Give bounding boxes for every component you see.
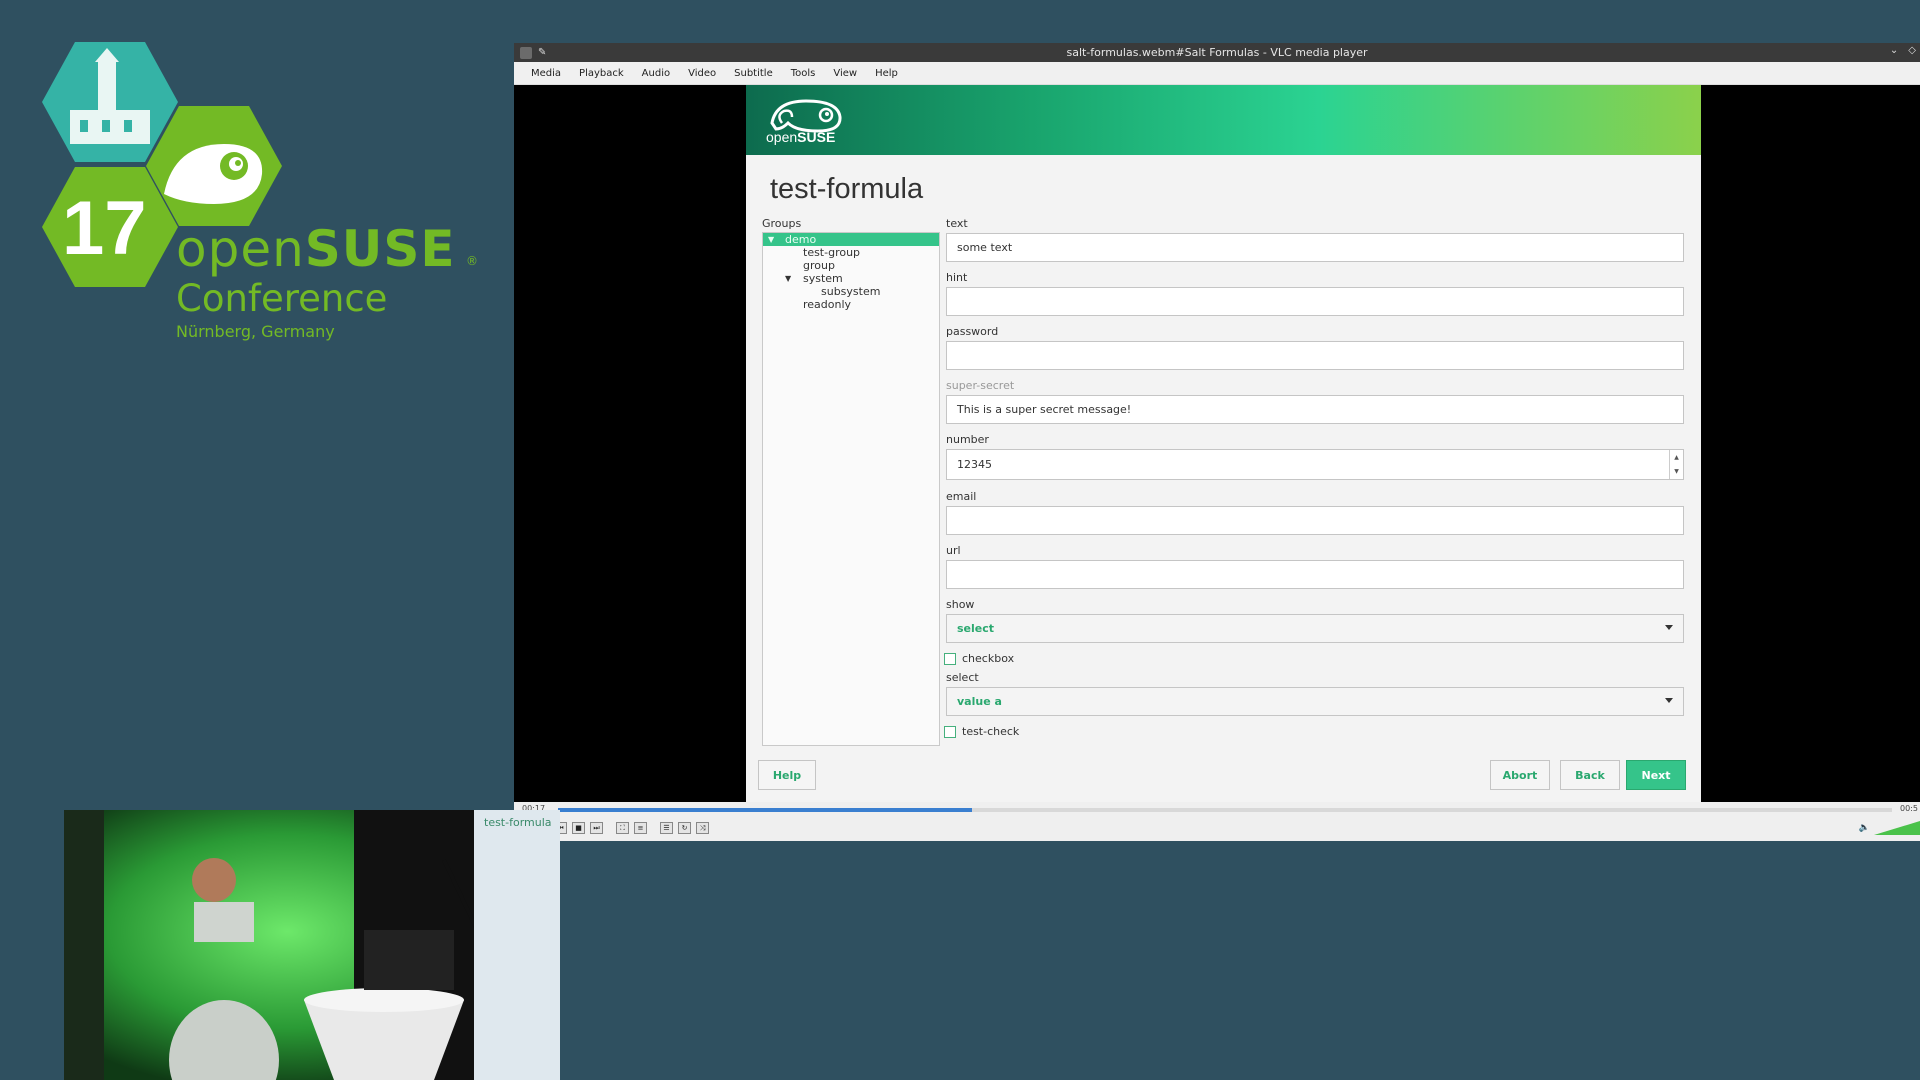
- menu-subtitle[interactable]: Subtitle: [725, 68, 782, 79]
- window-controls: ⌄ ◇: [1890, 45, 1916, 56]
- speaker-icon[interactable]: 🔈: [1859, 823, 1870, 833]
- tree-item-test-group[interactable]: test-group: [763, 246, 939, 259]
- next-button[interactable]: Next: [1626, 760, 1686, 790]
- number-label: number: [946, 433, 989, 446]
- text-field[interactable]: some text: [946, 233, 1684, 262]
- seek-bar[interactable]: 00:17 00:5: [514, 802, 1920, 816]
- pin-icon[interactable]: ✎: [538, 47, 546, 58]
- test-check-checkbox[interactable]: [944, 725, 956, 738]
- tree-item-demo[interactable]: ▼ demo: [763, 233, 939, 246]
- fullscreen-icon[interactable]: ⛶: [616, 822, 629, 834]
- help-button[interactable]: Help: [758, 760, 816, 790]
- maximize-icon[interactable]: ◇: [1908, 45, 1916, 56]
- seek-track[interactable]: [558, 808, 1892, 812]
- super-secret-label: super-secret: [946, 379, 1015, 392]
- super-secret-field[interactable]: This is a super secret message!: [946, 395, 1684, 424]
- playlist-icon[interactable]: ☰: [660, 822, 673, 834]
- url-field[interactable]: [946, 560, 1684, 589]
- next-icon[interactable]: ⏭: [590, 822, 603, 834]
- test-check-row[interactable]: test-check: [944, 725, 1019, 738]
- chevron-down-icon: [1665, 698, 1673, 703]
- chevron-down-icon: [1665, 625, 1673, 630]
- number-value: 12345: [957, 458, 992, 471]
- checkbox-row[interactable]: checkbox: [944, 652, 1014, 665]
- tree-item-subsystem[interactable]: subsystem: [763, 285, 939, 298]
- stop-icon[interactable]: ■: [572, 822, 585, 834]
- playback-controls: ⏮ ■ ⏭ ⛶ ≡ ☰ ↻ ⤨ 🔈: [514, 816, 1920, 841]
- projected-slide: test-formula: [474, 810, 560, 1080]
- menu-playback[interactable]: Playback: [570, 68, 633, 79]
- window-title: salt-formulas.webm#Salt Formulas - VLC m…: [1066, 46, 1368, 59]
- password-label: password: [946, 325, 999, 338]
- app-header: openSUSE: [746, 85, 1701, 155]
- menu-view[interactable]: View: [824, 68, 866, 79]
- menu-audio[interactable]: Audio: [633, 68, 679, 79]
- checkbox-label: checkbox: [962, 652, 1015, 665]
- number-field[interactable]: 12345 ▲ ▼: [946, 449, 1684, 480]
- show-select-value: select: [957, 622, 995, 635]
- back-button[interactable]: Back: [1560, 760, 1620, 790]
- vlc-app-icon: [520, 46, 532, 59]
- expanded-arrow-icon[interactable]: ▼: [785, 272, 791, 285]
- email-label: email: [946, 490, 977, 503]
- conference-number: 17: [62, 186, 147, 271]
- formula-app: openSUSE test-formula Groups ▼ demo test…: [746, 85, 1701, 802]
- stepper-up-icon[interactable]: ▲: [1674, 454, 1679, 461]
- conference-location: Nürnberg, Germany: [176, 322, 335, 341]
- menu-media[interactable]: Media: [522, 68, 570, 79]
- show-label: show: [946, 598, 975, 611]
- volume-slider[interactable]: [1874, 821, 1920, 835]
- loop-icon[interactable]: ↻: [678, 822, 691, 834]
- url-label: url: [946, 544, 961, 557]
- stepper-down-icon[interactable]: ▼: [1674, 468, 1679, 475]
- extended-settings-icon[interactable]: ≡: [634, 822, 647, 834]
- video-area[interactable]: openSUSE test-formula Groups ▼ demo test…: [514, 85, 1920, 802]
- expanded-arrow-icon[interactable]: ▼: [768, 233, 774, 246]
- groups-tree: ▼ demo test-group group ▼ system subsyst…: [762, 232, 940, 746]
- checkbox[interactable]: [944, 652, 956, 665]
- opensuse-wordmark: openSUSE: [176, 220, 456, 278]
- minimize-icon[interactable]: ⌄: [1890, 45, 1898, 56]
- vlc-window: ✎ salt-formulas.webm#Salt Formulas - VLC…: [514, 43, 1920, 841]
- tree-item-readonly[interactable]: readonly: [763, 298, 939, 311]
- menu-tools[interactable]: Tools: [782, 68, 825, 79]
- menu-video[interactable]: Video: [679, 68, 725, 79]
- total-time: 00:5: [1900, 804, 1918, 813]
- hint-label: hint: [946, 271, 968, 284]
- hint-field[interactable]: [946, 287, 1684, 316]
- show-select[interactable]: select: [946, 614, 1684, 643]
- password-field[interactable]: [946, 341, 1684, 370]
- slide-title: test-formula: [484, 816, 552, 829]
- shuffle-icon[interactable]: ⤨: [696, 822, 709, 834]
- page-title: test-formula: [770, 173, 924, 205]
- conference-subtitle: Conference: [176, 277, 388, 320]
- abort-button[interactable]: Abort: [1490, 760, 1550, 790]
- menu-help[interactable]: Help: [866, 68, 907, 79]
- title-bar: ✎ salt-formulas.webm#Salt Formulas - VLC…: [514, 43, 1920, 62]
- speaker-camera-feed: test-formula: [64, 810, 560, 1080]
- seek-progress: [558, 808, 972, 812]
- select-dropdown[interactable]: value a: [946, 687, 1684, 716]
- opensuse-logo-text: openSUSE: [766, 129, 836, 145]
- select-label: select: [946, 671, 979, 684]
- text-label: text: [946, 217, 968, 230]
- registered-mark: ®: [466, 254, 478, 268]
- tree-item-system[interactable]: ▼ system: [763, 272, 939, 285]
- test-check-label: test-check: [962, 725, 1020, 738]
- select-dropdown-value: value a: [957, 695, 1002, 708]
- menu-bar: Media Playback Audio Video Subtitle Tool…: [514, 62, 1920, 85]
- number-stepper[interactable]: ▲ ▼: [1669, 450, 1683, 479]
- groups-label: Groups: [762, 217, 802, 230]
- tree-item-group[interactable]: group: [763, 259, 939, 272]
- email-field[interactable]: [946, 506, 1684, 535]
